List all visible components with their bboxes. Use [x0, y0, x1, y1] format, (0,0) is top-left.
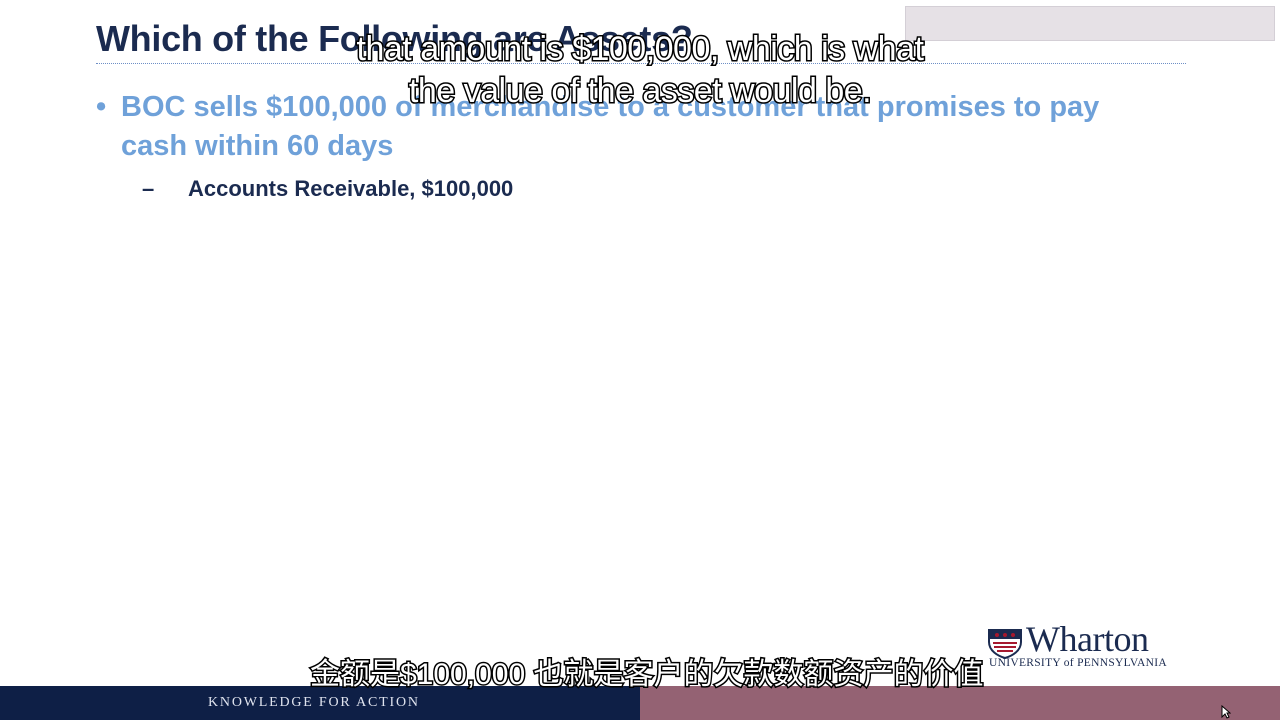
bullet-marker: • — [96, 91, 107, 123]
penn-shield-icon — [988, 629, 1022, 659]
logo-wordmark: Wharton — [1026, 619, 1149, 659]
mouse-cursor-icon — [1221, 705, 1231, 719]
subtitle-english: that amount is $100,000, which is what t… — [355, 29, 925, 112]
sub-bullet-item: – Accounts Receivable, $100,000 — [142, 174, 513, 204]
sub-bullet-text: Accounts Receivable, $100,000 — [188, 176, 514, 201]
wharton-logo: Wharton UNIVERSITY of PENNSYLVANIA — [988, 619, 1193, 674]
footer-tagline: KNOWLEDGE FOR ACTION — [208, 695, 420, 710]
overlay-panel — [905, 6, 1275, 41]
sub-bullet-marker: – — [142, 176, 155, 201]
logo-university: UNIVERSITY of PENNSYLVANIA — [989, 657, 1167, 669]
subtitle-chinese: 金额是$100,000 也就是客户的欠款数额资产的价值 — [309, 657, 985, 693]
